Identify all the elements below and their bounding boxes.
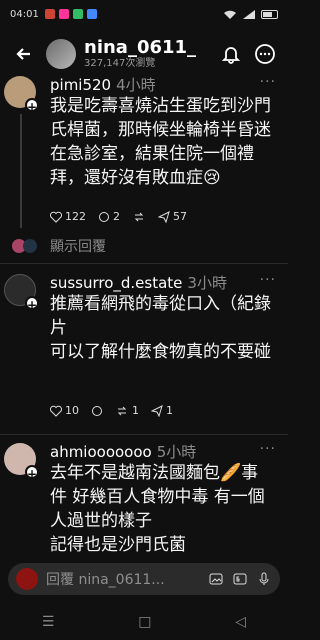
back-button[interactable] xyxy=(10,40,38,68)
show-replies-label[interactable]: 顯示回覆 xyxy=(50,236,106,256)
thread-header: nina_0611_ 327,147次瀏覽 xyxy=(0,28,288,80)
notification-icon xyxy=(58,9,69,19)
share-button[interactable]: 1 xyxy=(151,404,173,417)
divider xyxy=(0,263,288,264)
signal-icon xyxy=(243,9,255,19)
send-icon xyxy=(151,404,163,417)
comment-text: 推薦看網飛的毒從口入（紀錄片 可以了解什麼食物真的不要碰 xyxy=(50,294,271,362)
recent-apps-icon[interactable]: ☰ xyxy=(42,614,55,630)
share-button[interactable]: 57 xyxy=(158,210,187,223)
comment-more-button[interactable]: ··· xyxy=(260,441,276,457)
repost-button[interactable] xyxy=(132,211,146,223)
send-icon xyxy=(158,210,170,223)
follow-button[interactable]: + xyxy=(25,465,39,481)
home-icon[interactable]: □ xyxy=(138,614,151,630)
like-count: 122 xyxy=(65,210,86,223)
comment-text: 去年不是越南法國麵包🥖事件 好幾百人食物中毒 有一個人過世的樣子 記得也是沙門氏… xyxy=(50,463,265,555)
image-icon[interactable] xyxy=(208,571,224,587)
reply-avatars xyxy=(12,237,42,255)
repost-button[interactable]: 1 xyxy=(115,404,139,417)
share-count: 57 xyxy=(173,210,187,223)
notification-icon xyxy=(72,9,83,19)
notifications-button[interactable] xyxy=(218,41,244,67)
battery-icon xyxy=(261,9,278,19)
thread-line xyxy=(20,114,22,228)
reply-composer[interactable]: 回覆 nina_0611... xyxy=(8,563,280,595)
like-count: 10 xyxy=(65,404,79,417)
back-nav-icon[interactable]: ◁ xyxy=(235,614,246,630)
show-replies-link[interactable]: 顯示回覆 xyxy=(12,236,106,256)
like-button[interactable]: 122 xyxy=(50,210,86,223)
user-avatar xyxy=(16,568,38,590)
reply-input[interactable]: 回覆 nina_0611... xyxy=(46,569,174,589)
comment-more-button[interactable]: ··· xyxy=(260,272,276,288)
back-arrow-icon xyxy=(16,48,30,60)
comment-icon xyxy=(99,211,109,222)
view-count: 327,147次瀏覽 xyxy=(84,58,156,69)
status-time: 04:01 xyxy=(10,8,39,20)
status-bar: 04:01 xyxy=(0,0,288,28)
comment-username[interactable]: ahmiooooooo xyxy=(50,443,152,461)
comment-username[interactable]: sussurro_d.estate xyxy=(50,274,182,292)
reply-button[interactable] xyxy=(91,405,103,417)
mic-icon[interactable] xyxy=(256,571,272,587)
notification-icon xyxy=(86,9,97,19)
like-button[interactable]: 10 xyxy=(50,404,79,417)
comment-time: 5小時 xyxy=(156,443,197,461)
repost-icon xyxy=(117,406,127,415)
reply-count: 2 xyxy=(113,210,120,223)
more-options-button[interactable] xyxy=(252,41,278,67)
more-circle-icon xyxy=(255,44,275,64)
bell-icon xyxy=(221,47,241,64)
share-count: 1 xyxy=(166,404,173,417)
comment-time: 3小時 xyxy=(187,274,227,292)
reply-button[interactable]: 2 xyxy=(98,210,120,223)
notification-icon xyxy=(44,9,55,19)
comment-username[interactable]: pimi520 xyxy=(50,76,111,94)
author-avatar[interactable] xyxy=(46,39,76,69)
follow-button[interactable]: + xyxy=(25,98,39,114)
heart-icon xyxy=(50,405,62,417)
wifi-icon xyxy=(224,10,236,19)
comment-text: 我是吃壽喜燒沾生蛋吃到沙門氏桿菌，那時候坐輪椅半昏迷在急診室，結果住院一個禮拜，… xyxy=(50,96,271,188)
comment-icon xyxy=(92,405,102,416)
repost-count: 1 xyxy=(132,404,139,417)
divider xyxy=(0,434,288,435)
system-navbar: ☰ □ ◁ xyxy=(0,604,288,640)
follow-button[interactable]: + xyxy=(25,296,39,312)
heart-icon xyxy=(50,211,62,223)
avatar xyxy=(23,239,37,253)
comment-more-button[interactable]: ··· xyxy=(260,74,276,90)
repost-icon xyxy=(134,212,144,221)
page-title[interactable]: nina_0611_ xyxy=(84,38,196,58)
gif-icon[interactable] xyxy=(232,571,248,587)
comment-time: 4小時 xyxy=(116,76,156,94)
